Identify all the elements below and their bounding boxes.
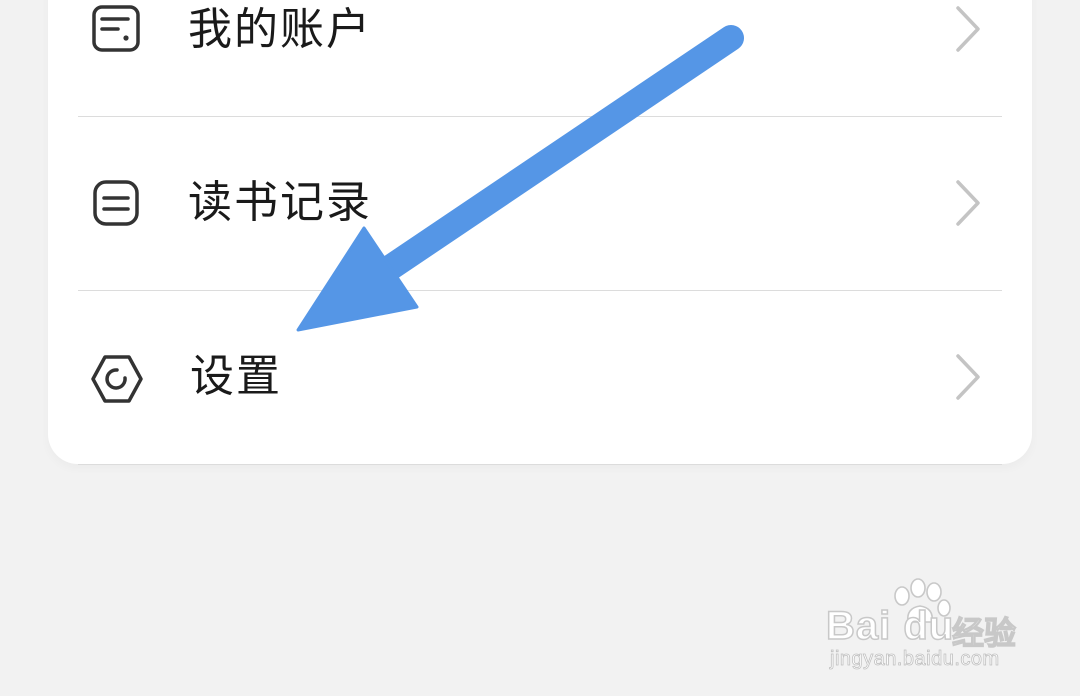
menu-item-reading-records[interactable]: 读书记录 <box>48 117 1032 291</box>
chevron-right-icon <box>948 4 988 54</box>
menu-card: 我的账户 读书记录 设置 <box>48 0 1032 465</box>
settings-hexagon-icon <box>90 352 144 406</box>
menu-item-label: 我的账户 <box>188 4 372 55</box>
menu-item-settings[interactable]: 设置 <box>48 291 1032 465</box>
chevron-right-icon <box>948 352 988 402</box>
chevron-right-icon <box>948 178 988 228</box>
watermark-url: jingyan.baidu.com <box>830 648 1000 671</box>
menu-item-label: 读书记录 <box>188 177 372 228</box>
watermark-brand: Bai du <box>825 603 955 649</box>
menu-item-label: 设置 <box>190 351 282 402</box>
divider <box>78 464 1002 465</box>
reading-record-icon <box>90 177 144 231</box>
baidu-watermark: Bai du 经验 jingyan.baidu.com <box>825 578 1026 674</box>
wallet-icon <box>90 2 144 56</box>
